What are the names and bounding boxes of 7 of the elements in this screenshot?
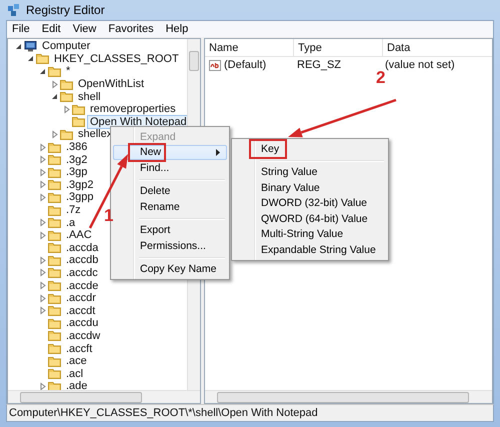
annotation-number: 2 (376, 68, 386, 88)
annotation-number: 1 (104, 206, 114, 226)
status-bar: Computer\HKEY_CLASSES_ROOT\*\shell\Open With Notepad (6, 404, 494, 422)
table-cell-text: REG_SZ (296, 59, 342, 71)
window-title: Registry Editor (26, 3, 105, 17)
table-cell-text: (value not set) (385, 59, 456, 71)
table-cell: (Default) (224, 59, 266, 71)
